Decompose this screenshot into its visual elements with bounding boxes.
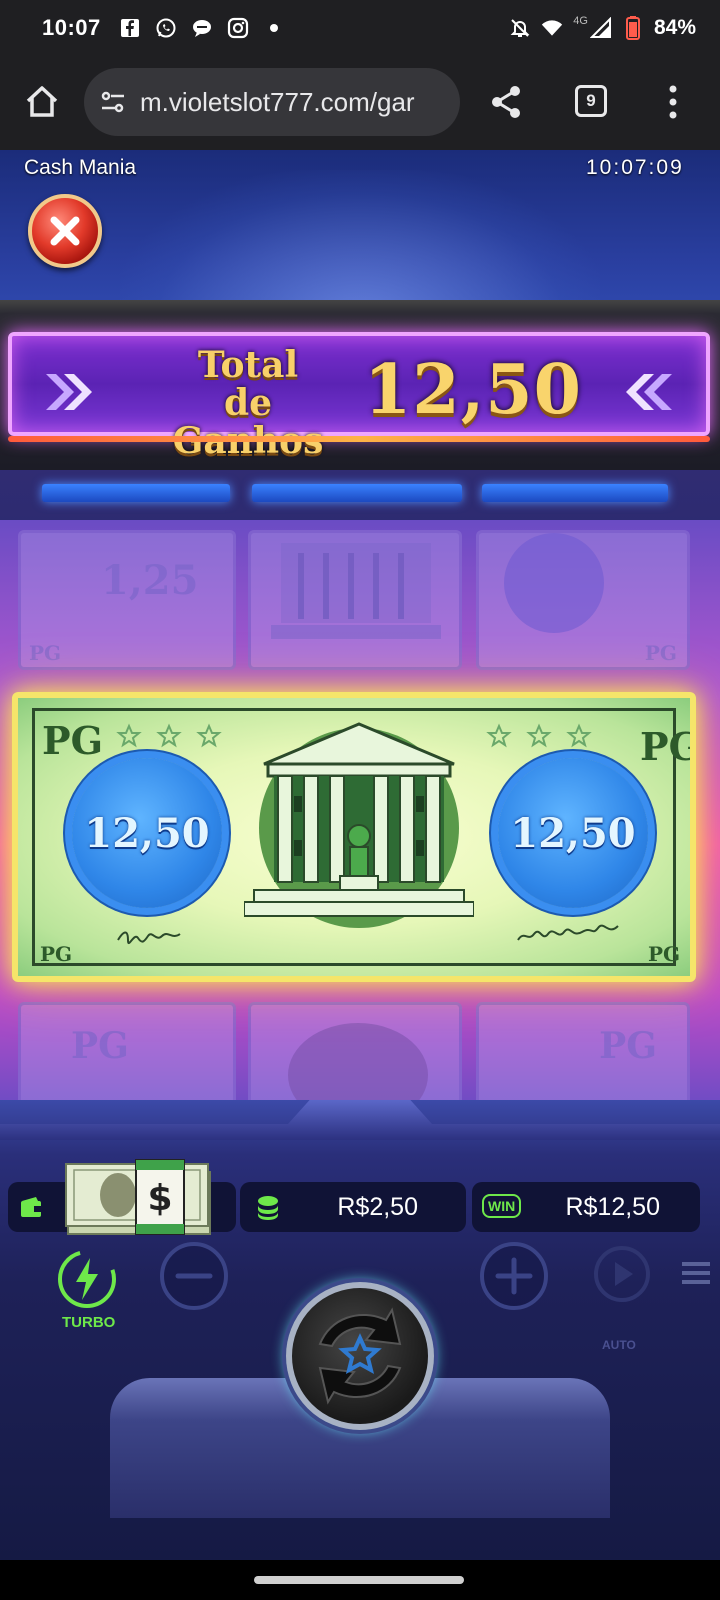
reel-symbol-value: 1,25 [101, 557, 199, 604]
wifi-icon [541, 17, 563, 39]
pg-mark-top-left: PG [42, 718, 104, 763]
network-type: 4G [573, 15, 588, 27]
stars-right-icon [486, 723, 592, 748]
increase-bet-button[interactable] [478, 1240, 550, 1312]
battery-icon [622, 16, 644, 40]
pg-mark-bottom-left: PG [40, 942, 73, 966]
signature-right [517, 924, 619, 941]
pg-mark-bottom-right: PG [648, 942, 681, 966]
tab-switcher-button[interactable]: 9 [575, 85, 607, 117]
portrait-icon [288, 1023, 428, 1110]
play-icon [615, 1262, 633, 1286]
total-win-value: 12,50 [364, 350, 582, 430]
game-clock: 10:07:09 [586, 156, 684, 179]
reel-symbol-note: 1,25 PG [18, 530, 236, 670]
machine-top-frame: Total de Ganhos 12,50 [0, 300, 720, 470]
more-menu-icon[interactable] [668, 84, 678, 120]
bet-value: R$2,50 [337, 1192, 418, 1221]
background-building [120, 170, 600, 320]
pg-mark-top-right: PG [640, 724, 696, 769]
silent-bell-icon [509, 17, 531, 39]
dot-icon [263, 17, 285, 39]
reel-symbol-note: PG [476, 1002, 690, 1110]
autoplay-button[interactable] [590, 1244, 654, 1308]
building-icon [271, 543, 441, 639]
wallet-icon [21, 1197, 42, 1217]
reel-light-1 [42, 484, 230, 502]
star-icon [338, 1333, 382, 1374]
reel-light-2 [252, 484, 462, 502]
url-text: m.violetslot777.com/gar [140, 86, 415, 117]
turbo-label: TURBO [62, 1314, 116, 1331]
navigation-bar [0, 1560, 720, 1600]
home-icon[interactable] [22, 82, 62, 122]
lightning-icon [76, 1258, 98, 1300]
note-value-badge-right: 12,50 [498, 758, 648, 908]
browser-toolbar: m.violetslot777.com/gar 9 [0, 56, 720, 150]
spin-icon [318, 1307, 402, 1405]
spin-button[interactable] [286, 1282, 434, 1430]
total-win-label: Total de Ganhos [172, 344, 324, 462]
svg-text:$: $ [147, 1178, 172, 1219]
winning-banknote: PG PG PG PG 12,50 12,50 [12, 692, 696, 982]
win-value: R$12,50 [565, 1192, 660, 1221]
reel-symbol-portrait [248, 1002, 462, 1110]
signal-icon [589, 17, 612, 39]
decrease-bet-button[interactable] [158, 1240, 230, 1312]
chevron-right-icon [46, 374, 92, 410]
bet-pill[interactable]: R$2,50 [240, 1182, 466, 1232]
status-bar: 10:07 4G 84% [0, 0, 720, 56]
turbo-button[interactable] [56, 1248, 118, 1310]
signature-left [117, 931, 181, 945]
note-value-right: 12,50 [510, 809, 636, 857]
home-gesture-bar[interactable] [254, 1576, 464, 1584]
menu-icon[interactable] [680, 1258, 710, 1288]
win-badge: WIN [482, 1194, 522, 1218]
pg-mark: PG [599, 1025, 657, 1067]
url-bar[interactable]: m.violetslot777.com/gar [84, 68, 460, 136]
win-pill: WIN R$12,50 [472, 1182, 700, 1232]
instagram-icon [227, 17, 249, 39]
coins-icon [258, 1196, 278, 1220]
pg-mark: PG [71, 1025, 129, 1067]
reel-symbol-note: PG [476, 530, 690, 670]
chevron-left-icon [626, 374, 672, 410]
close-icon [50, 216, 80, 246]
auto-label: AUTO [602, 1338, 636, 1352]
note-value-left: 12,50 [84, 809, 210, 857]
reel-symbol-building [248, 530, 462, 670]
reel-light-3 [482, 484, 668, 502]
chat-bubble-icon [191, 17, 213, 39]
stars-left-icon [116, 723, 222, 748]
close-game-button[interactable] [28, 194, 102, 268]
whatsapp-icon [155, 17, 177, 39]
share-icon[interactable] [488, 84, 524, 120]
reel-symbol-note: PG [18, 1002, 236, 1110]
battery-percent: 84% [653, 16, 696, 39]
facebook-icon [119, 17, 141, 39]
total-win-banner: Total de Ganhos 12,50 [8, 332, 710, 460]
status-time: 10:07 [42, 15, 101, 40]
pg-mark: PG [644, 641, 677, 665]
game-viewport[interactable]: Cash Mania 10:07:09 Total de Ganhos 12,5… [0, 150, 720, 1560]
money-stack-icon: $ [65, 1159, 211, 1235]
building-icon [244, 722, 474, 928]
pg-mark: PG [29, 641, 62, 665]
site-settings-icon[interactable] [98, 87, 128, 117]
game-title: Cash Mania [24, 156, 137, 179]
note-value-badge-left: 12,50 [72, 758, 222, 908]
